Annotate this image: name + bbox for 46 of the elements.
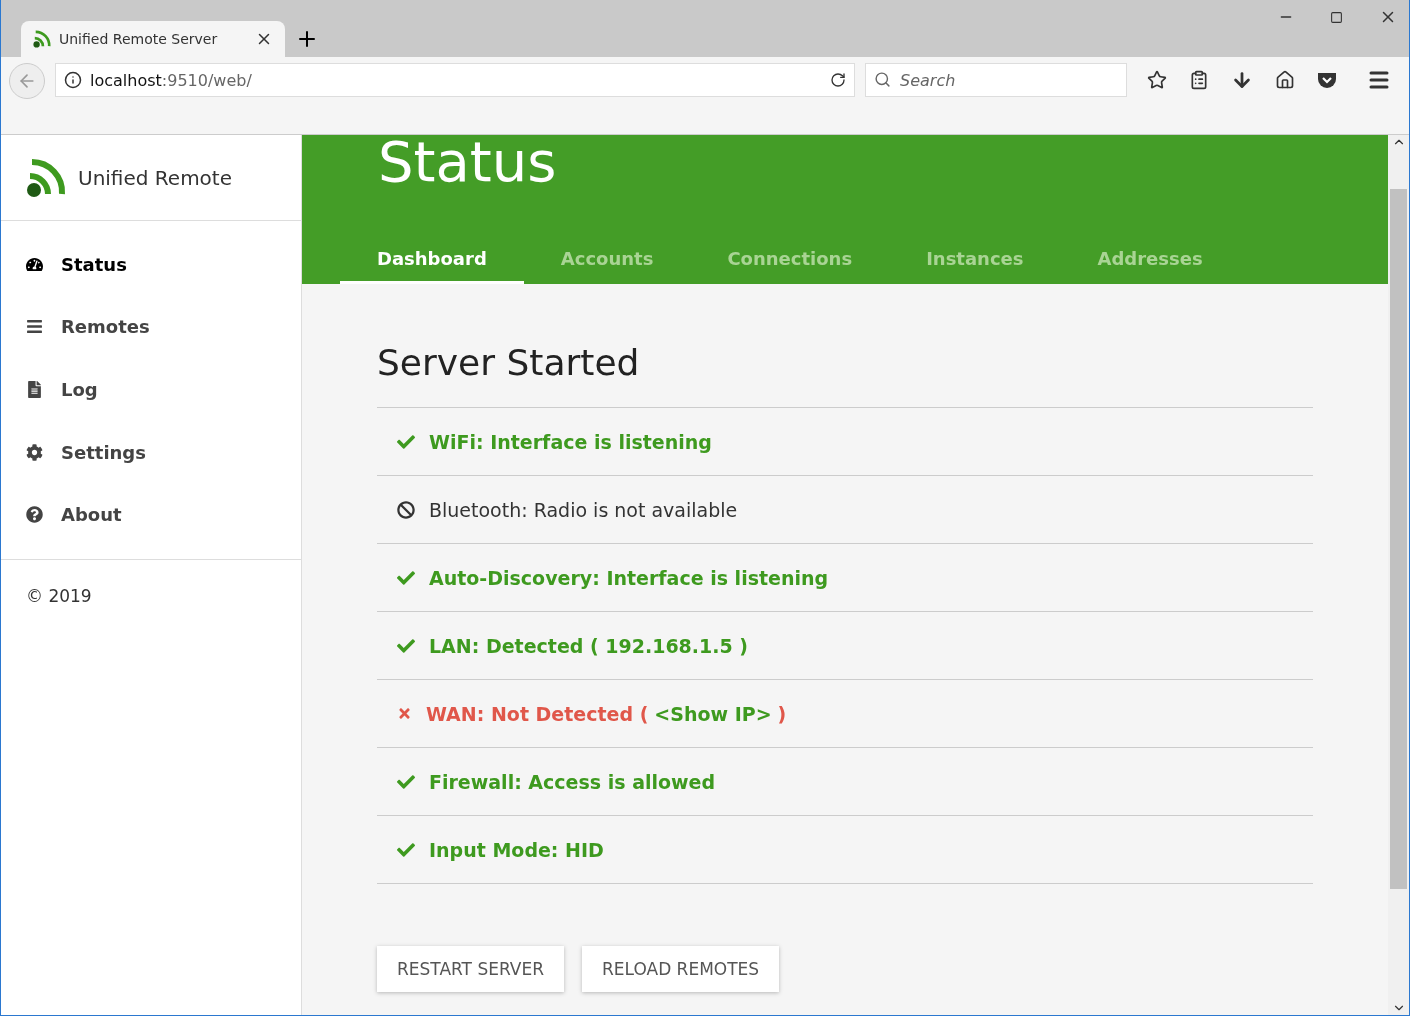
browser-tab[interactable]: Unified Remote Server bbox=[21, 21, 285, 57]
status-text: Input Mode: HID bbox=[429, 838, 604, 861]
status-text: Bluetooth: Radio is not available bbox=[429, 498, 738, 521]
status-text: ) bbox=[777, 702, 787, 725]
reload-icon[interactable] bbox=[830, 72, 846, 88]
sidebar-item[interactable]: Remotes bbox=[1, 295, 301, 359]
document-icon bbox=[26, 381, 43, 398]
dashboard-icon bbox=[26, 255, 43, 273]
sidebar-item[interactable]: About bbox=[1, 483, 301, 546]
sidebar-item[interactable]: Log bbox=[1, 358, 301, 421]
home-icon[interactable] bbox=[1275, 70, 1295, 90]
status-text: WAN: Not Detected ( bbox=[426, 702, 649, 725]
list-icon bbox=[26, 318, 43, 336]
check-icon bbox=[397, 772, 415, 791]
status-text: Firewall: Access is allowed bbox=[429, 770, 716, 793]
search-icon bbox=[874, 71, 891, 88]
status-text: LAN: Detected ( 192.168.1.5 ) bbox=[429, 634, 748, 657]
signal-logo-icon bbox=[26, 157, 66, 198]
sidebar-item[interactable]: Status bbox=[1, 233, 301, 296]
status-text: Auto-Discovery: Interface is listening bbox=[429, 566, 829, 589]
action-button[interactable]: RESTART SERVER bbox=[377, 946, 564, 992]
cross-icon bbox=[397, 706, 412, 721]
check-icon bbox=[397, 636, 415, 655]
check-icon bbox=[397, 568, 415, 587]
check-icon bbox=[397, 840, 415, 859]
help-icon bbox=[26, 506, 43, 524]
page-title: Status bbox=[378, 128, 558, 196]
check-icon bbox=[397, 432, 415, 451]
section-heading: Server Started bbox=[377, 342, 641, 383]
settings-icon bbox=[26, 443, 43, 461]
star-icon[interactable] bbox=[1147, 70, 1167, 90]
action-button[interactable]: RELOAD REMOTES bbox=[582, 946, 780, 992]
brand-name: Unified Remote bbox=[78, 165, 232, 190]
status-text: WiFi: Interface is listening bbox=[429, 430, 712, 453]
url-text: localhost:9510/web/ bbox=[90, 70, 253, 90]
download-icon[interactable] bbox=[1231, 69, 1253, 91]
tab-title: Unified Remote Server bbox=[59, 31, 219, 47]
search-field[interactable]: Search bbox=[865, 63, 1127, 97]
sidebar-item[interactable]: Settings bbox=[1, 420, 301, 484]
info-icon[interactable] bbox=[64, 71, 82, 89]
clipboard-icon[interactable] bbox=[1189, 70, 1209, 90]
scrollbar-thumb[interactable] bbox=[1390, 189, 1407, 889]
unavailable-icon bbox=[397, 500, 415, 519]
copyright-text: © 2019 bbox=[25, 584, 93, 608]
signal-logo-icon bbox=[33, 30, 51, 48]
address-bar[interactable]: localhost:9510/web/ bbox=[55, 63, 855, 97]
